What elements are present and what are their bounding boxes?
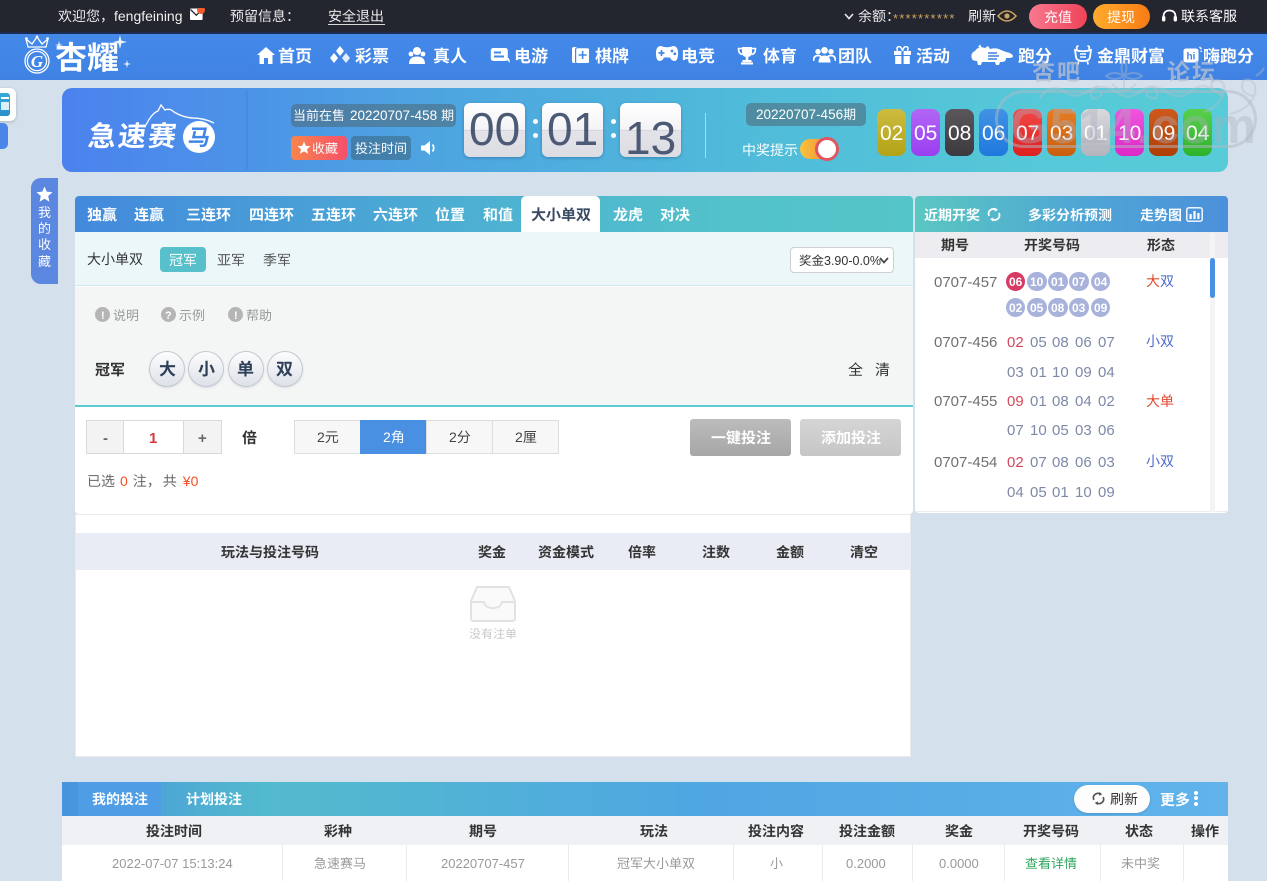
svg-text:**********: ********** (893, 11, 956, 26)
svg-text:0.2000: 0.2000 (846, 856, 886, 871)
svg-text:01: 01 (1030, 364, 1047, 381)
svg-text:0: 0 (120, 473, 128, 489)
svg-text:07: 07 (1007, 422, 1024, 439)
svg-text:hi: hi (1187, 52, 1196, 63)
svg-text:3.90-0.0%: 3.90-0.0% (824, 254, 881, 268)
svg-text:?: ? (165, 310, 172, 322)
svg-text:0707-456: 0707-456 (934, 334, 997, 351)
svg-text:08: 08 (1052, 393, 1069, 410)
svg-text:2022-07-07 15:13:24: 2022-07-07 15:13:24 (112, 856, 233, 871)
svg-text:10: 10 (1052, 364, 1069, 381)
svg-text:06: 06 (1075, 454, 1092, 471)
svg-text:02: 02 (880, 122, 903, 145)
svg-text:03: 03 (1075, 422, 1092, 439)
svg-text:03: 03 (1072, 301, 1086, 315)
svg-text:06: 06 (1098, 422, 1115, 439)
svg-text:¥0: ¥0 (182, 473, 199, 489)
svg-text:2: 2 (449, 429, 457, 445)
svg-text:04: 04 (1098, 364, 1115, 381)
svg-text:13: 13 (625, 112, 676, 164)
svg-text:07: 07 (1030, 454, 1047, 471)
svg-text:08: 08 (1051, 301, 1065, 315)
svg-text:1: 1 (149, 430, 157, 447)
svg-text:07: 07 (1098, 334, 1115, 351)
svg-text:05: 05 (1030, 301, 1044, 315)
svg-text:2: 2 (515, 429, 523, 445)
svg-text:01: 01 (1052, 484, 1069, 501)
svg-text:03: 03 (1098, 454, 1115, 471)
svg-text:20220707-457: 20220707-457 (441, 856, 525, 871)
svg-text:08: 08 (1052, 454, 1069, 471)
svg-text:07: 07 (1072, 275, 1086, 289)
svg-text:09: 09 (1075, 364, 1092, 381)
svg-text:02: 02 (1007, 334, 1024, 351)
svg-text:03: 03 (1007, 364, 1024, 381)
svg-text:2: 2 (317, 429, 325, 445)
svg-text:09: 09 (1098, 484, 1115, 501)
svg-text:0707-455: 0707-455 (934, 393, 997, 410)
svg-text:06: 06 (1075, 334, 1092, 351)
svg-text:05: 05 (1052, 422, 1069, 439)
svg-text:05: 05 (1030, 334, 1047, 351)
svg-text:04: 04 (1075, 393, 1092, 410)
svg-text:+: + (198, 430, 207, 447)
svg-text:02: 02 (1009, 301, 1023, 315)
svg-text:0707-454: 0707-454 (934, 454, 997, 471)
svg-text:2: 2 (383, 429, 391, 445)
svg-text:!: ! (234, 310, 238, 322)
svg-text:08: 08 (948, 122, 971, 145)
svg-text:08: 08 (1052, 334, 1069, 351)
svg-text:02: 02 (1098, 393, 1115, 410)
svg-text:09: 09 (1094, 301, 1108, 315)
svg-text:09: 09 (1007, 393, 1024, 410)
svg-text:fengfeining: fengfeining (114, 8, 183, 24)
svg-text:20220707-456: 20220707-456 (756, 107, 843, 122)
svg-text:0707-457: 0707-457 (934, 274, 997, 291)
svg-text:04: 04 (1094, 275, 1108, 289)
svg-text:10: 10 (1030, 275, 1044, 289)
svg-text:G514.com: G514.com (1010, 98, 1257, 154)
svg-text:20220707-458: 20220707-458 (350, 108, 437, 123)
svg-text:0.0000: 0.0000 (939, 856, 979, 871)
svg-text:10: 10 (1030, 422, 1047, 439)
svg-text:G: G (31, 52, 44, 71)
svg-text:-: - (103, 430, 108, 447)
svg-text:10: 10 (1075, 484, 1092, 501)
svg-text:05: 05 (1030, 484, 1047, 501)
svg-text:01: 01 (1030, 393, 1047, 410)
svg-text:06: 06 (1009, 275, 1023, 289)
svg-text:!: ! (101, 310, 105, 322)
svg-text:02: 02 (1007, 454, 1024, 471)
svg-text:05: 05 (914, 122, 937, 145)
svg-text:04: 04 (1007, 484, 1024, 501)
svg-text:01: 01 (1051, 275, 1065, 289)
